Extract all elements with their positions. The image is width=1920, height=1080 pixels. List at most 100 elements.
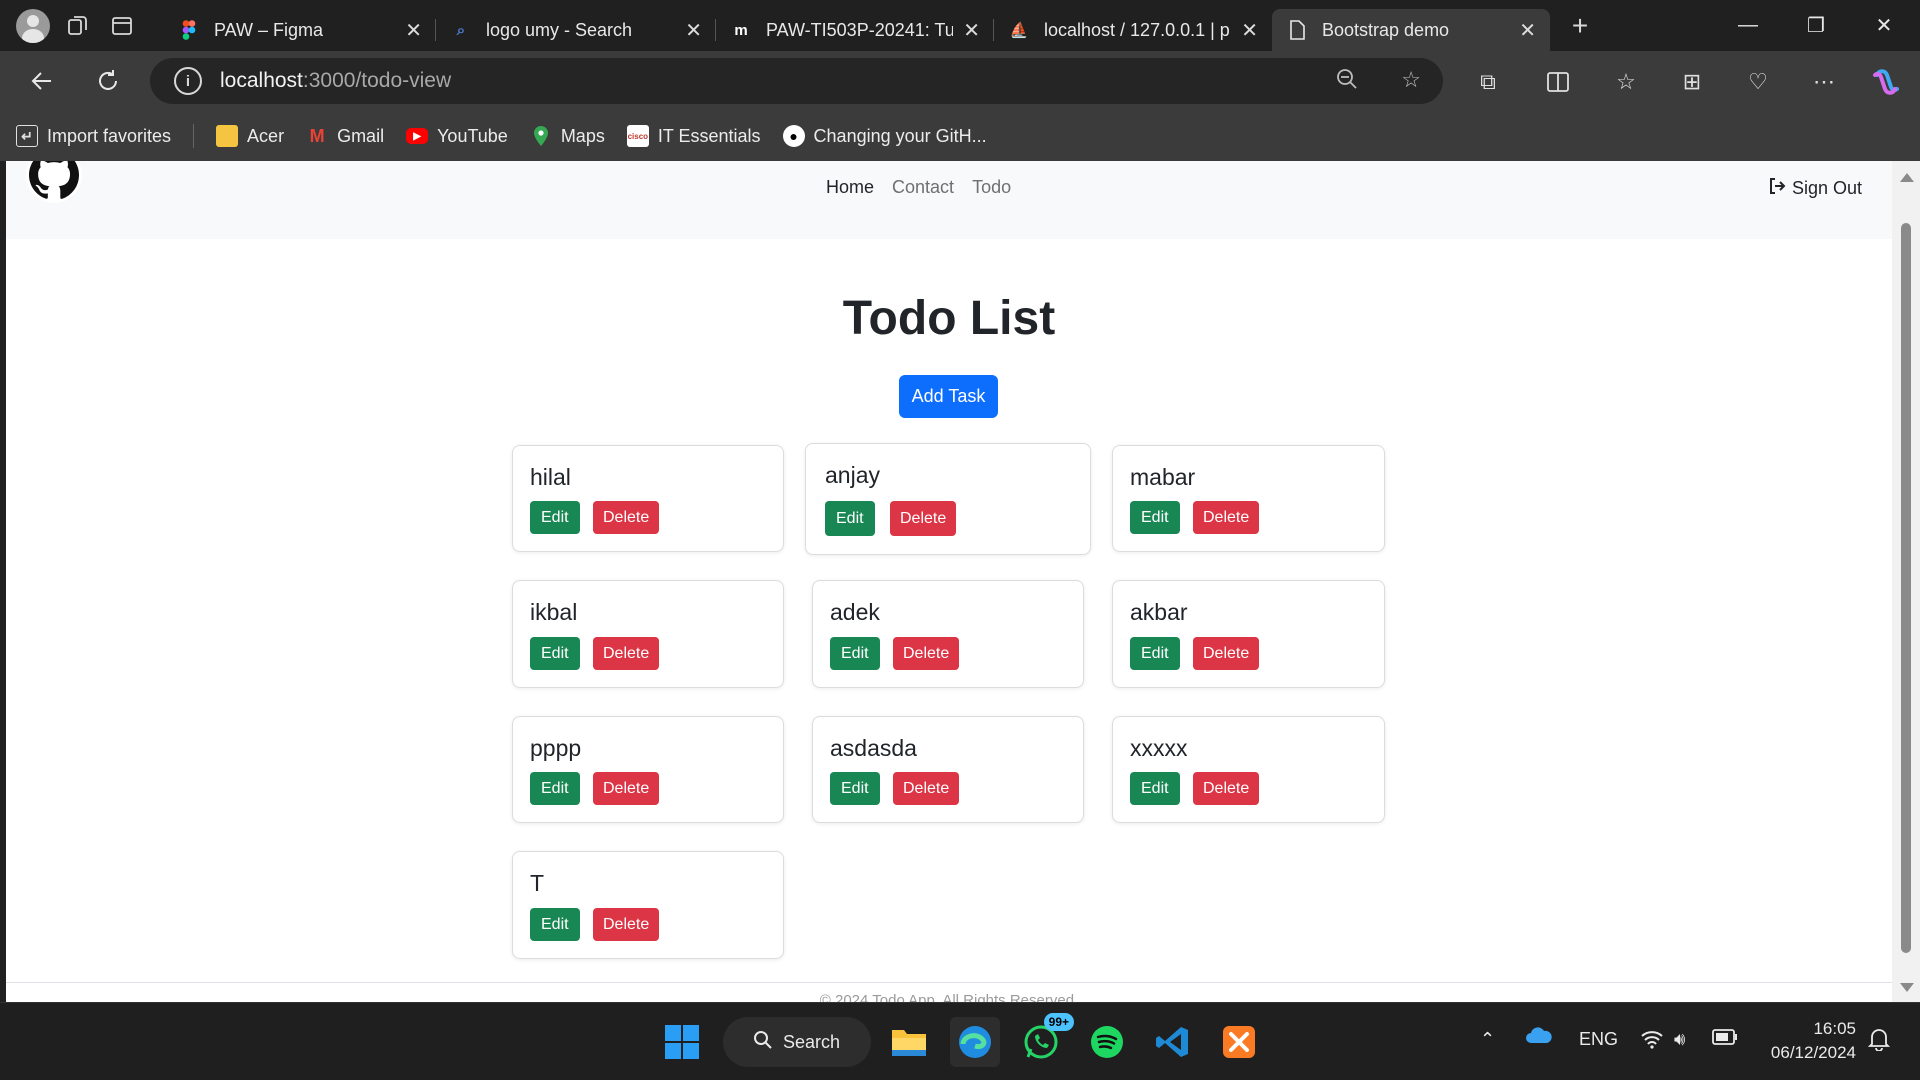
onedrive-icon[interactable] <box>1525 1025 1553 1050</box>
copilot-icon[interactable] <box>1868 64 1904 100</box>
spotify-icon[interactable] <box>1082 1017 1132 1067</box>
scroll-thumb[interactable] <box>1901 223 1911 953</box>
wifi-icon[interactable] <box>1640 1029 1664 1054</box>
fav-acer[interactable]: Acer <box>216 125 284 147</box>
tab-search[interactable]: ⌕ logo umy - Search ✕ <box>436 9 716 51</box>
edge-browser-icon[interactable] <box>950 1017 1000 1067</box>
url-path: :3000/todo-view <box>302 69 452 92</box>
page-icon <box>1286 19 1308 41</box>
tab-moodle[interactable]: m PAW-TI503P-20241: Tug ✕ <box>716 9 994 51</box>
split-screen-icon[interactable] <box>1540 64 1576 100</box>
scroll-up-arrow-icon[interactable] <box>1900 173 1914 182</box>
file-explorer-icon[interactable] <box>884 1017 934 1067</box>
edit-button[interactable]: Edit <box>1130 501 1180 534</box>
close-icon[interactable]: ✕ <box>685 18 702 43</box>
close-window-icon[interactable]: ✕ <box>1850 0 1918 51</box>
github-logo-icon[interactable] <box>26 161 82 203</box>
zoom-out-icon[interactable] <box>1335 67 1359 97</box>
fav-maps[interactable]: Maps <box>530 125 605 147</box>
fav-label: YouTube <box>437 125 508 146</box>
sign-out-button[interactable]: Sign Out <box>1768 177 1862 200</box>
delete-button[interactable]: Delete <box>593 501 660 534</box>
more-menu-icon[interactable]: ⋯ <box>1806 64 1842 100</box>
nav-links: Home Contact Todo <box>826 177 1011 198</box>
collections-icon[interactable]: ⊞ <box>1674 64 1710 100</box>
profile-avatar[interactable] <box>16 8 50 43</box>
delete-button[interactable]: Delete <box>593 772 660 805</box>
battery-icon[interactable] <box>1712 1029 1738 1050</box>
divider <box>193 124 195 148</box>
nav-todo-link[interactable]: Todo <box>972 177 1011 198</box>
close-icon[interactable]: ✕ <box>963 18 980 43</box>
add-task-button[interactable]: Add Task <box>899 375 998 418</box>
site-navbar: Home Contact Todo Sign Out <box>6 161 1892 239</box>
todo-title: pppp <box>530 735 582 761</box>
sign-out-label: Sign Out <box>1791 178 1862 198</box>
delete-button[interactable]: Delete <box>890 501 957 536</box>
search-icon: ⌕ <box>456 21 466 39</box>
new-tab-icon[interactable]: + <box>1558 4 1602 48</box>
workspaces-icon[interactable] <box>56 4 100 48</box>
edit-button[interactable]: Edit <box>1130 637 1180 670</box>
url-field[interactable]: i localhost:3000/todo-view ☆ <box>150 58 1443 104</box>
edit-button[interactable]: Edit <box>530 637 580 670</box>
todo-card: ikbal Edit Delete <box>512 580 784 688</box>
show-hidden-icons-icon[interactable]: ⌃ <box>1480 1029 1495 1050</box>
close-icon[interactable]: ✕ <box>405 18 422 43</box>
tab-title: logo umy - Search <box>486 19 633 40</box>
delete-button[interactable]: Delete <box>1193 772 1260 805</box>
language-indicator[interactable]: ENG <box>1579 1029 1618 1050</box>
favorite-star-icon[interactable]: ☆ <box>1401 67 1421 93</box>
edit-button[interactable]: Edit <box>530 501 580 534</box>
fav-github[interactable]: ● Changing your GitH... <box>782 125 987 147</box>
delete-button[interactable]: Delete <box>1193 637 1260 670</box>
delete-button[interactable]: Delete <box>593 908 660 941</box>
tab-phpmyadmin[interactable]: ⛵ localhost / 127.0.0.1 | ph ✕ <box>994 9 1272 51</box>
delete-button[interactable]: Delete <box>893 637 960 670</box>
browser-essentials-icon[interactable]: ♡ <box>1740 64 1776 100</box>
back-icon[interactable] <box>20 59 64 103</box>
edit-button[interactable]: Edit <box>1130 772 1180 805</box>
edit-button[interactable]: Edit <box>830 637 880 670</box>
tab-actions-icon[interactable] <box>100 4 144 48</box>
delete-button[interactable]: Delete <box>593 637 660 670</box>
todo-title: adek <box>830 599 880 625</box>
close-icon[interactable]: ✕ <box>1519 18 1536 43</box>
tab-figma[interactable]: PAW – Figma ✕ <box>164 9 436 51</box>
clock-time: 16:05 <box>1813 1019 1856 1038</box>
fav-import-favorites[interactable]: ↵ Import favorites <box>16 125 171 147</box>
fav-it-essentials[interactable]: cisco IT Essentials <box>626 125 761 147</box>
scroll-down-arrow-icon[interactable] <box>1900 983 1914 992</box>
tab-bar: PAW – Figma ✕ ⌕ logo umy - Search ✕ m PA… <box>0 0 1920 51</box>
refresh-icon[interactable] <box>86 59 130 103</box>
volume-icon[interactable]: 🔊︎ <box>1674 1029 1685 1050</box>
address-bar-row: i localhost:3000/todo-view ☆ ⧉ ☆ ⊞ ♡ ⋯ <box>0 51 1920 111</box>
delete-button[interactable]: Delete <box>893 772 960 805</box>
edit-button[interactable]: Edit <box>530 772 580 805</box>
edit-button[interactable]: Edit <box>530 908 580 941</box>
edit-button[interactable]: Edit <box>830 772 880 805</box>
close-icon[interactable]: ✕ <box>1241 18 1258 43</box>
windows-start-icon[interactable] <box>657 1017 707 1067</box>
restore-icon[interactable]: ❐ <box>1782 0 1850 51</box>
edit-button[interactable]: Edit <box>825 501 875 536</box>
xampp-icon[interactable] <box>1214 1017 1264 1067</box>
nav-contact-link[interactable]: Contact <box>892 177 954 198</box>
tab-bootstrap-demo[interactable]: Bootstrap demo ✕ <box>1272 9 1550 51</box>
vscode-icon[interactable] <box>1148 1017 1198 1067</box>
fav-youtube[interactable]: ▶ YouTube <box>406 126 508 147</box>
taskbar-search[interactable]: Search <box>723 1017 871 1067</box>
site-info-icon[interactable]: i <box>174 67 202 95</box>
delete-button[interactable]: Delete <box>1193 501 1260 534</box>
page-scrollbar[interactable] <box>1892 161 1920 1002</box>
todo-title: anjay <box>825 462 880 488</box>
todo-card: xxxxx Edit Delete <box>1112 716 1385 823</box>
system-clock[interactable]: 16:05 06/12/2024 <box>1771 1017 1856 1065</box>
minimize-icon[interactable]: — <box>1714 0 1782 51</box>
fav-gmail[interactable]: M Gmail <box>306 125 385 147</box>
favorites-icon[interactable]: ☆ <box>1608 64 1644 100</box>
extensions-icon[interactable]: ⧉ <box>1470 64 1506 100</box>
nav-home-link[interactable]: Home <box>826 177 874 198</box>
whatsapp-icon[interactable]: 99+ <box>1016 1013 1074 1067</box>
notification-bell-icon[interactable] <box>1867 1027 1891 1056</box>
